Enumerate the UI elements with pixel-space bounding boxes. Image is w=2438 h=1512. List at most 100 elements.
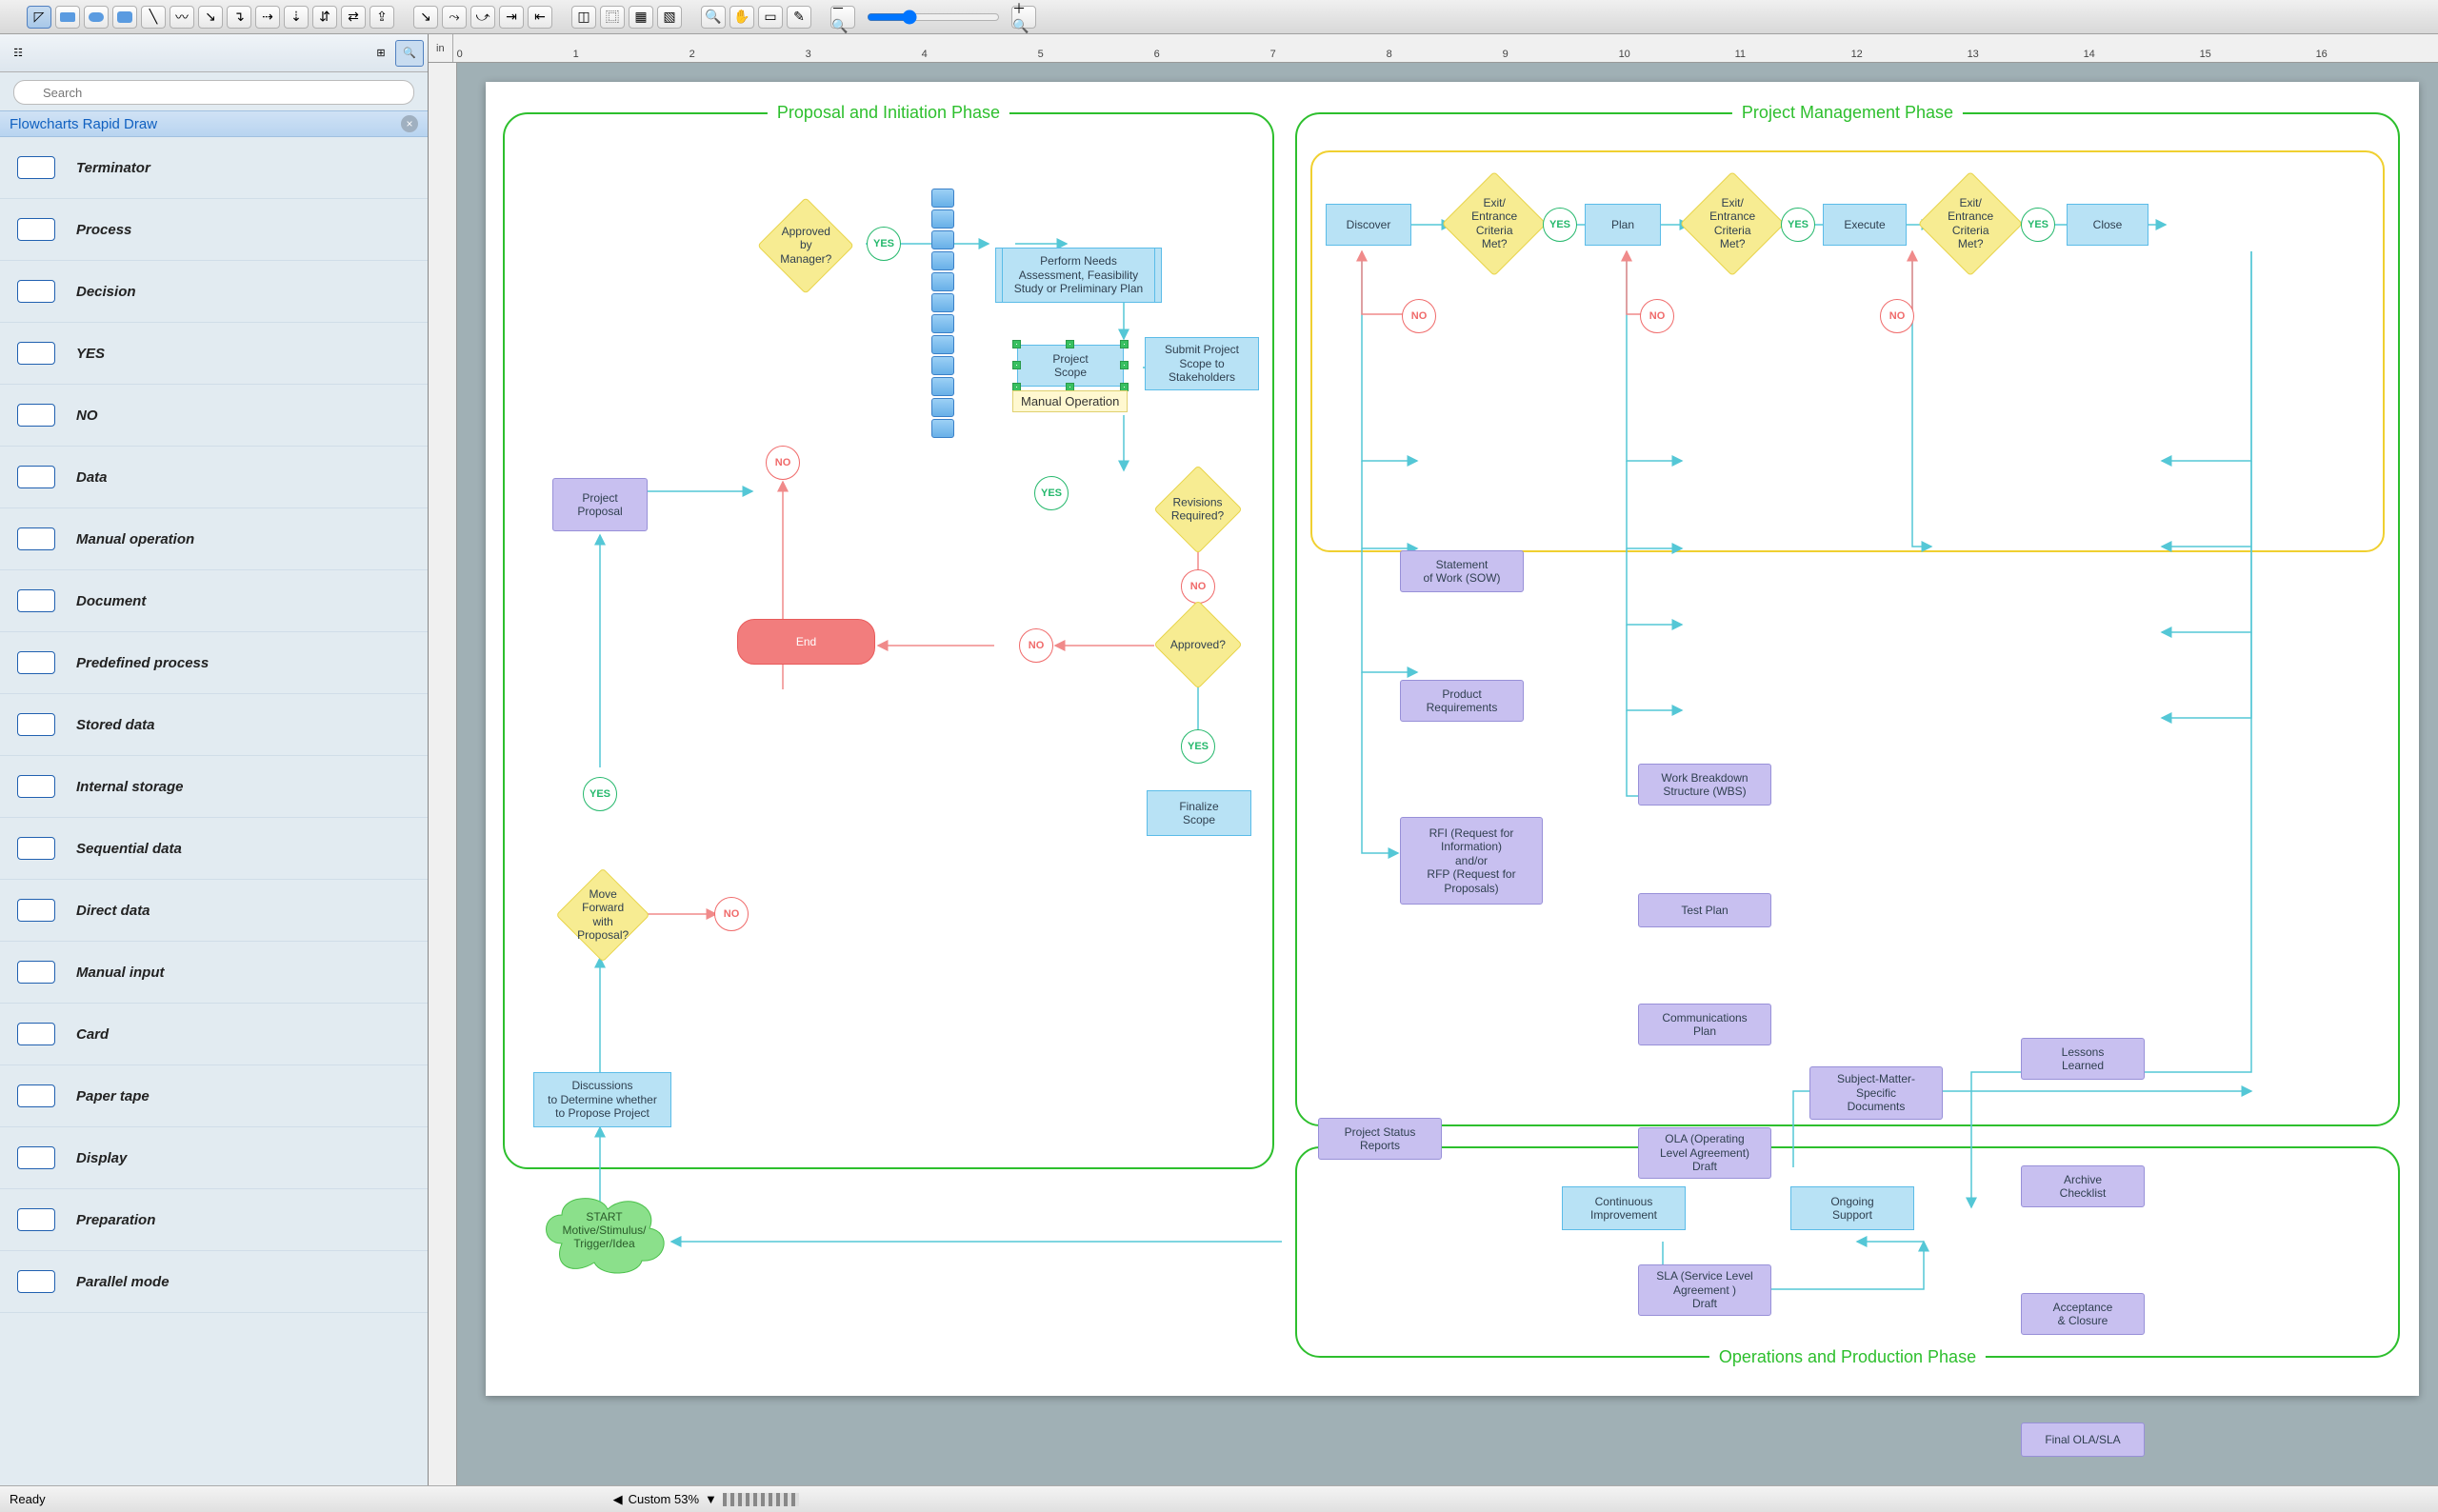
group-4-icon[interactable]: ▧ [657,6,682,29]
edge-5-icon[interactable]: ⇤ [528,6,552,29]
cont-improve[interactable]: Continuous Improvement [1562,1186,1686,1230]
lib-item-terminator[interactable]: Terminator [0,137,428,199]
connector-e-icon[interactable]: ⇵ [312,6,337,29]
ongoing-support[interactable]: Ongoing Support [1790,1186,1914,1230]
lib-item-process[interactable]: Process [0,199,428,261]
lib-item-document[interactable]: Document [0,570,428,632]
cursor-tool-icon[interactable]: ◸ [27,6,51,29]
zoom-prev-icon[interactable]: ◀ [613,1492,623,1507]
curve-tool-icon[interactable]: 〰 [170,6,194,29]
rapid-shape-10[interactable] [931,377,954,396]
needs-assessment[interactable]: Perform Needs Assessment, Feasibility St… [995,248,1162,303]
discussions-process[interactable]: Discussions to Determine whether to Prop… [533,1072,671,1127]
lib-item-yes[interactable]: YES [0,323,428,385]
lib-item-manual-operation[interactable]: Manual operation [0,508,428,570]
lib-label: NO [76,408,98,424]
group-1-icon[interactable]: ◫ [571,6,596,29]
archive-doc[interactable]: Archive Checklist [2021,1165,2145,1207]
prodreq-doc[interactable]: Product Requirements [1400,680,1524,722]
edge-2-icon[interactable]: ⤳ [442,6,467,29]
lib-item-data[interactable]: Data [0,447,428,508]
rfi-doc[interactable]: RFI (Request for Information) and/or RFP… [1400,817,1543,905]
rapid-shape-8[interactable] [931,335,954,354]
eyedrop-icon[interactable]: ✎ [787,6,811,29]
zoom-slider[interactable] [867,10,1000,25]
lib-item-display[interactable]: Display [0,1127,428,1189]
edge-1-icon[interactable]: ↘ [413,6,438,29]
lib-item-predefined-process[interactable]: Predefined process [0,632,428,694]
rapid-shape-12[interactable] [931,419,954,438]
discover-step[interactable]: Discover [1326,204,1411,246]
status-reports-doc[interactable]: Project Status Reports [1318,1118,1442,1160]
zoom-in-icon[interactable]: ＋🔍 [1011,6,1036,29]
grid-view-icon[interactable]: ⊞ [367,40,395,67]
ellipse-tool-icon[interactable] [84,6,109,29]
lib-item-direct-data[interactable]: Direct data [0,880,428,942]
rapid-shape-3[interactable] [931,230,954,249]
project-scope[interactable]: Project Scope [1017,345,1124,387]
rounded-tool-icon[interactable] [112,6,137,29]
lib-item-card[interactable]: Card [0,1004,428,1065]
sow-doc[interactable]: Statement of Work (SOW) [1400,550,1524,592]
lib-item-preparation[interactable]: Preparation [0,1189,428,1251]
lessons-doc[interactable]: Lessons Learned [2021,1038,2145,1080]
submit-scope[interactable]: Submit Project Scope to Stakeholders [1145,337,1259,390]
lib-item-no[interactable]: NO [0,385,428,447]
connector-d-icon[interactable]: ⇣ [284,6,309,29]
lib-item-decision[interactable]: Decision [0,261,428,323]
line-tool-icon[interactable]: ╲ [141,6,166,29]
testplan-doc[interactable]: Test Plan [1638,893,1771,927]
wbs-doc[interactable]: Work Breakdown Structure (WBS) [1638,764,1771,806]
plan-step[interactable]: Plan [1585,204,1661,246]
rapid-shape-5[interactable] [931,272,954,291]
lib-item-stored-data[interactable]: Stored data [0,694,428,756]
ola-doc[interactable]: OLA (Operating Level Agreement) Draft [1638,1127,1771,1179]
page-strip[interactable] [723,1493,799,1506]
export-icon[interactable]: ⇪ [370,6,394,29]
connector-b-icon[interactable]: ↴ [227,6,251,29]
group-3-icon[interactable]: ▦ [629,6,653,29]
group-2-icon[interactable]: ⿴ [600,6,625,29]
start-cloud[interactable]: START Motive/Stimulus/ Trigger/Idea [535,1186,673,1274]
end-terminator[interactable]: End [737,619,875,665]
execute-step[interactable]: Execute [1823,204,1907,246]
connector-f-icon[interactable]: ⇄ [341,6,366,29]
stamp-icon[interactable]: ▭ [758,6,783,29]
project-proposal-doc[interactable]: Project Proposal [552,478,648,531]
hand-icon[interactable]: ✋ [729,6,754,29]
lib-item-paper-tape[interactable]: Paper tape [0,1065,428,1127]
lib-item-internal-storage[interactable]: Internal storage [0,756,428,818]
final-ola-doc[interactable]: Final OLA/SLA [2021,1422,2145,1457]
connector-c-icon[interactable]: ⇢ [255,6,280,29]
zoom-out-icon[interactable]: －🔍 [830,6,855,29]
search-input[interactable] [13,80,414,105]
rapid-shape-9[interactable] [931,356,954,375]
tree-view-icon[interactable]: ☷ [4,40,32,67]
connector-a-icon[interactable]: ↘ [198,6,223,29]
sla-doc[interactable]: SLA (Service Level Agreement ) Draft [1638,1264,1771,1316]
close-library-icon[interactable]: × [401,115,418,132]
rapid-shape-2[interactable] [931,209,954,229]
rapid-shape-1[interactable] [931,189,954,208]
zoom-next-icon[interactable]: ▼ [705,1492,717,1506]
edge-4-icon[interactable]: ⇥ [499,6,524,29]
canvas[interactable]: Proposal and Initiation Phase Project Ma… [457,63,2438,1485]
rapid-shape-4[interactable] [931,251,954,270]
edge-3-icon[interactable]: ⤻ [470,6,495,29]
accept-doc[interactable]: Acceptance & Closure [2021,1293,2145,1335]
search-view-icon[interactable]: 🔍 [395,40,424,67]
rapid-shape-11[interactable] [931,398,954,417]
sme-doc[interactable]: Subject-Matter- Specific Documents [1809,1066,1943,1120]
lib-item-manual-input[interactable]: Manual input [0,942,428,1004]
rapid-shape-6[interactable] [931,293,954,312]
rect-tool-icon[interactable] [55,6,80,29]
close-step[interactable]: Close [2067,204,2148,246]
lib-item-sequential-data[interactable]: Sequential data [0,818,428,880]
rapid-shape-7[interactable] [931,314,954,333]
finalize-scope[interactable]: Finalize Scope [1147,790,1251,836]
library-header[interactable]: Flowcharts Rapid Draw × [0,110,428,137]
lib-item-parallel-mode[interactable]: Parallel mode [0,1251,428,1313]
comms-doc[interactable]: Communications Plan [1638,1004,1771,1045]
zoom-icon[interactable]: 🔍 [701,6,726,29]
rapid-draw-panel[interactable] [931,189,954,438]
